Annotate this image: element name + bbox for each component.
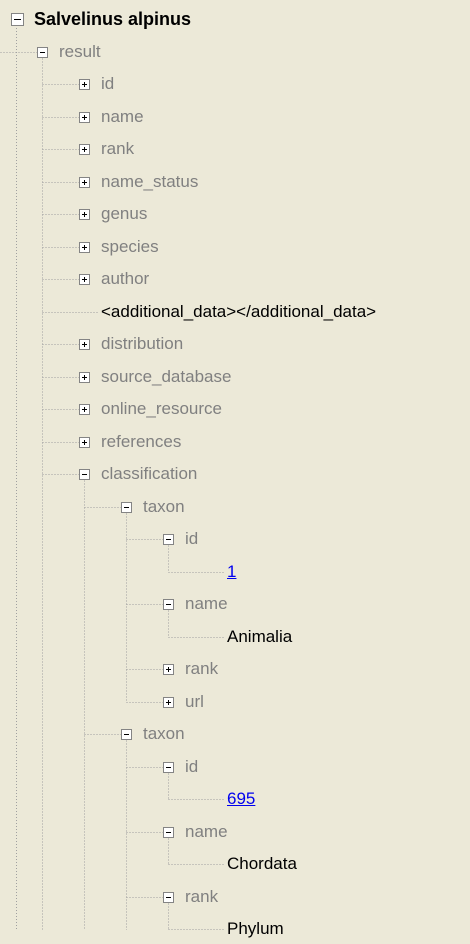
tree-item-phylum[interactable]: Phylum xyxy=(0,914,470,944)
expand-toggle-icon[interactable] xyxy=(79,79,90,90)
tree-item-label: id xyxy=(185,529,199,548)
collapse-toggle-icon[interactable] xyxy=(163,761,174,773)
tree-item-label: name xyxy=(101,106,144,126)
expand-toggle-icon[interactable] xyxy=(79,274,90,285)
tree-root-label[interactable]: Salvelinus alpinus xyxy=(34,4,191,34)
collapse-toggle-icon[interactable] xyxy=(37,46,48,58)
tree-item-label: result xyxy=(59,41,101,61)
collapse-toggle-icon[interactable] xyxy=(79,469,90,480)
tree-item-label: distribution xyxy=(101,334,184,353)
expand-toggle-icon[interactable] xyxy=(79,111,90,123)
tree-item-label: id xyxy=(101,74,115,93)
tree-item-label: genus xyxy=(101,204,148,223)
tree-item-label: taxon xyxy=(143,496,185,516)
tree-item-rank[interactable]: rank xyxy=(0,882,470,912)
expand-toggle-icon[interactable] xyxy=(79,404,90,415)
tree-item-label: rank xyxy=(185,886,219,906)
tree-item-taxon[interactable]: taxon xyxy=(0,492,470,522)
tree-value-link[interactable]: 1 xyxy=(227,557,236,587)
tree-value-text: Chordata xyxy=(227,854,297,873)
tree-value-text: <additional_data></additional_data> xyxy=(101,301,377,321)
tree-item-1[interactable]: 1 xyxy=(0,557,470,587)
tree-item-label: references xyxy=(101,431,182,451)
tree-item-label: url xyxy=(185,691,204,711)
tree-item-result[interactable]: result xyxy=(0,37,470,67)
tree-value-text: Animalia xyxy=(227,626,293,646)
tree-item-id[interactable]: id xyxy=(0,524,470,554)
tree-item-distribution[interactable]: distribution xyxy=(0,329,470,359)
tree-item-695[interactable]: 695 xyxy=(0,784,470,814)
tree-item-label: author xyxy=(101,269,150,288)
tree-item-label: taxon xyxy=(143,724,185,743)
tree-item-references[interactable]: references xyxy=(0,427,470,457)
tree-item-species[interactable]: species xyxy=(0,232,470,262)
tree-view[interactable]: Salvelinus alpinus result id name rank name_… xyxy=(0,0,470,938)
tree-item-additional-data-additional-data[interactable]: <additional_data></additional_data> xyxy=(0,297,470,327)
expand-toggle-icon[interactable] xyxy=(79,176,90,188)
tree-item-label: name xyxy=(185,821,228,841)
tree-item-label: rank xyxy=(101,139,135,158)
tree-value-text: Phylum xyxy=(227,919,284,938)
tree-item-label: rank xyxy=(185,659,219,678)
tree-item-taxon[interactable]: taxon xyxy=(0,719,470,749)
tree-item-label: classification xyxy=(101,464,198,483)
tree-item-author[interactable]: author xyxy=(0,264,470,294)
tree-item-label: id xyxy=(185,756,199,776)
expand-toggle-icon[interactable] xyxy=(79,371,90,383)
tree-item-name-status[interactable]: name_status xyxy=(0,167,470,197)
tree-root-row[interactable]: Salvelinus alpinus xyxy=(0,4,470,34)
collapse-toggle-icon[interactable] xyxy=(121,729,132,740)
tree-item-id[interactable]: id xyxy=(0,69,470,99)
expand-toggle-icon[interactable] xyxy=(79,339,90,350)
tree-item-rank[interactable]: rank xyxy=(0,654,470,684)
tree-item-classification[interactable]: classification xyxy=(0,459,470,489)
tree-item-label: source_database xyxy=(101,366,232,386)
collapse-toggle-icon[interactable] xyxy=(163,599,174,610)
tree-item-name[interactable]: name xyxy=(0,102,470,132)
tree-item-name[interactable]: name xyxy=(0,817,470,847)
tree-item-online-resource[interactable]: online_resource xyxy=(0,394,470,424)
expand-toggle-icon[interactable] xyxy=(79,144,90,155)
tree-item-source-database[interactable]: source_database xyxy=(0,362,470,392)
tree-item-genus[interactable]: genus xyxy=(0,199,470,229)
expand-toggle-icon[interactable] xyxy=(79,209,90,220)
collapse-toggle-icon[interactable] xyxy=(121,501,132,513)
tree-item-chordata[interactable]: Chordata xyxy=(0,849,470,879)
tree-item-url[interactable]: url xyxy=(0,687,470,717)
expand-toggle-icon[interactable] xyxy=(79,436,90,448)
expand-toggle-icon[interactable] xyxy=(163,696,174,708)
collapse-toggle-icon[interactable] xyxy=(11,13,24,26)
tree-item-label: name xyxy=(185,594,228,613)
tree-item-label: name_status xyxy=(101,171,199,191)
collapse-toggle-icon[interactable] xyxy=(163,826,174,838)
tree-item-rank[interactable]: rank xyxy=(0,134,470,164)
expand-toggle-icon[interactable] xyxy=(79,241,90,253)
tree-value-link[interactable]: 695 xyxy=(227,784,255,814)
tree-item-id[interactable]: id xyxy=(0,752,470,782)
collapse-toggle-icon[interactable] xyxy=(163,534,174,545)
collapse-toggle-icon[interactable] xyxy=(163,891,174,903)
tree-item-label: species xyxy=(101,236,159,256)
tree-item-name[interactable]: name xyxy=(0,589,470,619)
tree-item-animalia[interactable]: Animalia xyxy=(0,622,470,652)
tree-item-label: online_resource xyxy=(101,399,222,418)
expand-toggle-icon[interactable] xyxy=(163,664,174,675)
